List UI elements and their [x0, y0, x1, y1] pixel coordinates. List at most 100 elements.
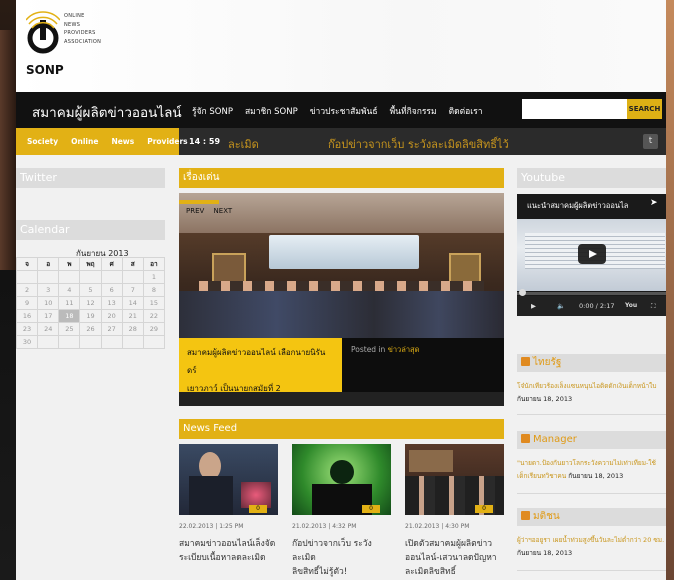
calendar-day: 4	[58, 283, 81, 297]
calendar-day: 28	[121, 322, 144, 336]
featured-heading: เรื่องเด่น	[179, 168, 504, 188]
nav-link-about[interactable]: รู้จัก SONP	[192, 104, 233, 118]
category-tabs: Society Online News Providers	[16, 128, 188, 155]
feed-thairath: ไทยรัฐ โจ๋นักเทียวร้องเล็งแซนหนุนไอติดดั…	[517, 354, 666, 406]
calendar-day: 7	[121, 283, 144, 297]
video-title[interactable]: แนะนำสมาคมผู้ผลิตข่าวออนไล	[527, 200, 628, 212]
calendar-day	[100, 270, 123, 284]
calendar-day	[79, 335, 102, 349]
nav-link-contact[interactable]: ติดต่อเรา	[449, 104, 483, 118]
search-button[interactable]: SEARCH	[627, 99, 662, 119]
news-title-line: เปิดตัวสมาคมผู้ผลิตข่าว	[405, 539, 493, 549]
calendar-day: 6	[100, 283, 123, 297]
news-title-line: ก๊อปข่าวจากเว็บ ระวังละเมิด	[292, 539, 372, 563]
ticker-tag[interactable]: ละเมิด	[228, 135, 259, 153]
logo-line: NEWS	[64, 21, 81, 28]
cat-news[interactable]: News	[111, 137, 134, 146]
feed-entry[interactable]: "นายดา.ป้องกันยาวโลกระวังความไม่เท่าเทีย…	[517, 457, 666, 483]
feed-entry[interactable]: โจ๋นักเทียวร้องเล็งแซนหนุนไอติดดักเงินเด…	[517, 380, 666, 406]
feed-entry-date: กันยายน 18, 2013	[568, 472, 624, 480]
cat-providers[interactable]: Providers	[147, 137, 187, 146]
calendar-day: 2	[16, 283, 39, 297]
news-title-line: ออนไลน์-เสวนาลดปัญหา	[405, 553, 497, 563]
fullscreen-icon[interactable]: ⛶	[651, 302, 656, 311]
feed-heading[interactable]: ไทยรัฐ	[517, 354, 666, 372]
feed-entry[interactable]: ผู้ว่าฯออยูรา เผยน้ำท่วมสูงขึ้นวันละไม่ต…	[517, 534, 666, 560]
weekday: พฤ	[79, 257, 102, 271]
volume-icon[interactable]: 🔈	[557, 302, 565, 310]
calendar-day: 26	[79, 322, 102, 336]
slider-controls: PREV NEXT	[186, 207, 239, 215]
cat-society[interactable]: Society	[27, 137, 58, 146]
news-item[interactable]: 0 21.02.2013 | 4:32 PM ก๊อปข่าวจากเว็บ ร…	[292, 444, 391, 579]
category-link[interactable]: ข่าวล่าสุด	[388, 345, 420, 354]
calendar-day: 19	[79, 309, 102, 323]
feed-manager: Manager "นายดา.ป้องกันยาวโลกระวังความไม่…	[517, 431, 666, 483]
logo-line: ONLINE	[64, 13, 85, 19]
prev-button[interactable]: PREV	[186, 207, 204, 215]
news-item[interactable]: 0 22.02.2013 | 1:25 PM สมาคมข่าวออนไลน์เ…	[179, 444, 278, 565]
posted-in-label: Posted in	[351, 345, 386, 354]
youtube-player[interactable]: แนะนำสมาคมผู้ผลิตข่าวออนไล ➤ ▶ 🔈 0:00 / …	[517, 194, 666, 316]
logo-sonp[interactable]: SONP	[26, 63, 64, 77]
news-thumbnail[interactable]: 0	[179, 444, 278, 515]
comment-count: 0	[249, 505, 267, 513]
news-thumbnail[interactable]: 0	[405, 444, 504, 515]
calendar-day: 25	[58, 322, 81, 336]
calendar-day	[142, 335, 166, 349]
news-title[interactable]: เปิดตัวสมาคมผู้ผลิตข่าว ออนไลน์-เสวนาลดป…	[405, 537, 504, 579]
featured-caption[interactable]: สมาคมผู้ผลิตข่าวออนไลน์ เลือกนายนิรันดร์…	[179, 338, 342, 393]
thumb-hacker	[330, 460, 354, 484]
weekday: ศ	[100, 257, 123, 271]
calendar-day: 20	[100, 309, 123, 323]
news-thumbnail[interactable]: 0	[292, 444, 391, 515]
play-small-icon[interactable]: ▶	[531, 302, 536, 310]
divider	[517, 570, 666, 571]
logo-line: PROVIDERS	[64, 30, 96, 36]
calendar-day	[121, 270, 144, 284]
youtube-logo-icon[interactable]: You	[625, 302, 637, 309]
search-input[interactable]	[522, 99, 627, 119]
feed-heading[interactable]: มติชน	[517, 508, 666, 526]
calendar-day	[79, 270, 102, 284]
divider	[517, 493, 666, 494]
play-icon[interactable]	[578, 244, 606, 264]
progress-handle[interactable]	[519, 289, 526, 296]
nav-link-press[interactable]: ข่าวประชาสัมพันธ์	[310, 104, 378, 118]
cat-online[interactable]: Online	[71, 137, 98, 146]
feed-name: มติชน	[533, 511, 560, 522]
photo-crowd	[179, 291, 504, 338]
header: ONLINE NEWS PROVIDERS ASSOCIATION SONP	[16, 0, 666, 92]
feed-entry-title: โจ๋นักเทียวร้องเล็งแซนหนุนไอติดดักเงินเด…	[517, 382, 657, 390]
nav-link-members[interactable]: สมาชิก SONP	[245, 104, 298, 118]
calendar-table: จ อ พ พฤ ศ ส อา 1 2345678 9 10 11 12 13 14 15 …	[16, 257, 166, 349]
feed-entry-date: กันยายน 18, 2013	[517, 549, 573, 557]
news-item[interactable]: 0 21.02.2013 | 4:30 PM เปิดตัวสมาคมผู้ผล…	[405, 444, 504, 579]
calendar-day	[100, 335, 123, 349]
logo-words: ONLINE NEWS PROVIDERS ASSOCIATION	[64, 12, 101, 46]
weekday: อ	[37, 257, 60, 271]
video-progress[interactable]	[517, 292, 666, 295]
page: ONLINE NEWS PROVIDERS ASSOCIATION SONP ส…	[16, 0, 666, 580]
feed-heading[interactable]: Manager	[517, 431, 666, 449]
weekday: จ	[16, 257, 39, 271]
share-icon[interactable]: ➤	[650, 198, 658, 208]
news-title[interactable]: สมาคมข่าวออนไลน์เล็งจัด ระเบียบเนื้อหาลด…	[179, 537, 278, 565]
category-bar: Society Online News Providers 14 : 59 ละ…	[16, 128, 666, 155]
news-title[interactable]: ก๊อปข่าวจากเว็บ ระวังละเมิด ลิขสิทธิ์ไม่…	[292, 537, 391, 579]
calendar-day	[58, 335, 81, 349]
calendar-day	[16, 270, 39, 284]
calendar-day: 1	[142, 270, 166, 284]
calendar-day: 12	[79, 296, 102, 310]
thumb-backdrop	[409, 450, 453, 472]
power-logo-icon[interactable]	[26, 10, 60, 60]
twitter-icon[interactable]: t	[643, 134, 658, 149]
site-title[interactable]: สมาคมผู้ผลิตข่าวออนไลน์	[32, 101, 182, 123]
nav-link-activities[interactable]: พื้นที่กิจกรรม	[390, 104, 437, 118]
comment-count: 0	[362, 505, 380, 513]
calendar-day: 23	[16, 322, 39, 336]
next-button[interactable]: NEXT	[214, 207, 233, 215]
youtube-heading: Youtube	[517, 168, 666, 188]
ticker-headline[interactable]: ก๊อปข่าวจากเว็บ ระวังละเมิดลิขสิทธิ์ไว้	[328, 135, 509, 153]
calendar-day: 11	[58, 296, 81, 310]
